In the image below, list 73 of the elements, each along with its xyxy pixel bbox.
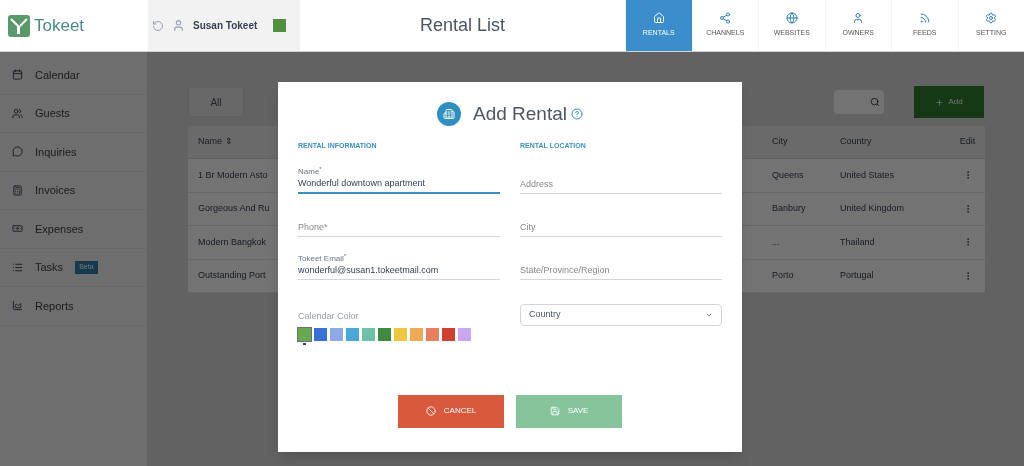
person-icon xyxy=(172,19,185,32)
share-icon xyxy=(719,12,732,25)
color-swatch[interactable] xyxy=(314,327,327,341)
banknote-icon xyxy=(12,223,23,235)
table-cell-text: ... xyxy=(772,235,781,249)
country-dropdown[interactable]: Country xyxy=(520,304,722,326)
table-cell-text: Thailand xyxy=(840,235,876,249)
table-cell-text: United States xyxy=(840,168,896,182)
rental-icon xyxy=(437,102,461,127)
calendar-icon xyxy=(12,69,23,81)
column-header[interactable]: Country xyxy=(840,135,950,149)
column-header[interactable]: Edit xyxy=(950,135,985,149)
globe-icon xyxy=(785,12,798,25)
sidebar-item[interactable]: Invoices xyxy=(0,171,147,210)
settings-icon xyxy=(985,12,998,25)
page-title: Rental List xyxy=(419,14,505,37)
person-icon xyxy=(852,12,865,25)
selected-marker xyxy=(303,342,306,345)
logo-icon xyxy=(8,14,30,37)
sidebar-item[interactable]: Inquiries xyxy=(0,133,147,172)
table-cell-text: Portugal xyxy=(840,269,875,282)
sidebar-item[interactable]: Guests xyxy=(0,94,147,133)
search-field[interactable] xyxy=(834,90,884,114)
table-cell-text: Outstanding Port xyxy=(197,269,267,282)
save-button[interactable]: SAVE xyxy=(516,394,622,428)
color-swatch[interactable] xyxy=(442,327,455,341)
color-swatch[interactable] xyxy=(330,327,343,341)
color-swatch[interactable] xyxy=(362,327,375,341)
text-field[interactable]: Address xyxy=(520,164,722,194)
plus-icon xyxy=(935,97,945,107)
calculator-icon xyxy=(12,184,23,196)
table-cell-text: Gorgeous And Ru xyxy=(197,202,271,215)
help-icon[interactable] xyxy=(571,108,583,121)
color-swatch[interactable] xyxy=(426,327,439,341)
sidebar-item[interactable]: Expenses xyxy=(0,210,147,249)
text-field[interactable]: Name$^{*}$ Wonderful downtown apartment xyxy=(298,164,500,194)
user-name[interactable]: Susan Tokeet xyxy=(193,18,265,33)
text-field[interactable]: State/Province/Region xyxy=(520,250,722,280)
back-icon[interactable] xyxy=(152,19,164,32)
column-header[interactable]: Name ⇕ xyxy=(188,135,278,149)
chart-icon xyxy=(12,300,23,312)
color-swatch[interactable] xyxy=(346,327,359,341)
column-header[interactable]: City xyxy=(772,135,840,149)
text-field[interactable]: Tokeet Email$^{*}$ wonderful@susan1.tokeetmail.com xyxy=(298,250,500,280)
color-swatch[interactable] xyxy=(458,327,471,341)
table-cell-text: Modern Bangkok xyxy=(197,235,268,249)
color-swatch[interactable] xyxy=(298,327,311,341)
table-cell-text: United Kingdom xyxy=(840,202,906,215)
caret-icon xyxy=(705,311,713,319)
logo-text: Tokeet xyxy=(34,14,85,37)
sidebar-item[interactable]: Reports xyxy=(0,287,147,326)
color-swatch[interactable] xyxy=(394,327,407,341)
text-field[interactable]: City xyxy=(520,207,722,237)
list-icon xyxy=(12,261,23,273)
table-cell-text: 1 Br Modern Asto xyxy=(197,168,269,182)
cancel-button[interactable]: CANCEL xyxy=(398,394,504,428)
people-icon xyxy=(12,107,23,119)
search-icon xyxy=(870,97,880,107)
table-cell-text: Queens xyxy=(772,168,805,182)
table-cell-text: Porto xyxy=(772,269,795,282)
table-cell-text: Banbury xyxy=(772,202,807,215)
rss-icon xyxy=(918,12,931,25)
text-field[interactable]: Phone* xyxy=(298,207,500,237)
dialog-title: Add Rental xyxy=(473,102,567,126)
chat-icon xyxy=(12,146,23,158)
field-label: Calendar Color xyxy=(298,310,360,323)
home-icon xyxy=(652,12,665,25)
color-swatch[interactable] xyxy=(410,327,423,341)
add-button[interactable]: Add xyxy=(914,86,984,118)
sidebar-item[interactable]: Calendar xyxy=(0,56,147,95)
color-swatch[interactable] xyxy=(378,327,391,341)
ban-icon xyxy=(425,406,436,416)
filter-tab[interactable]: All xyxy=(188,87,244,117)
